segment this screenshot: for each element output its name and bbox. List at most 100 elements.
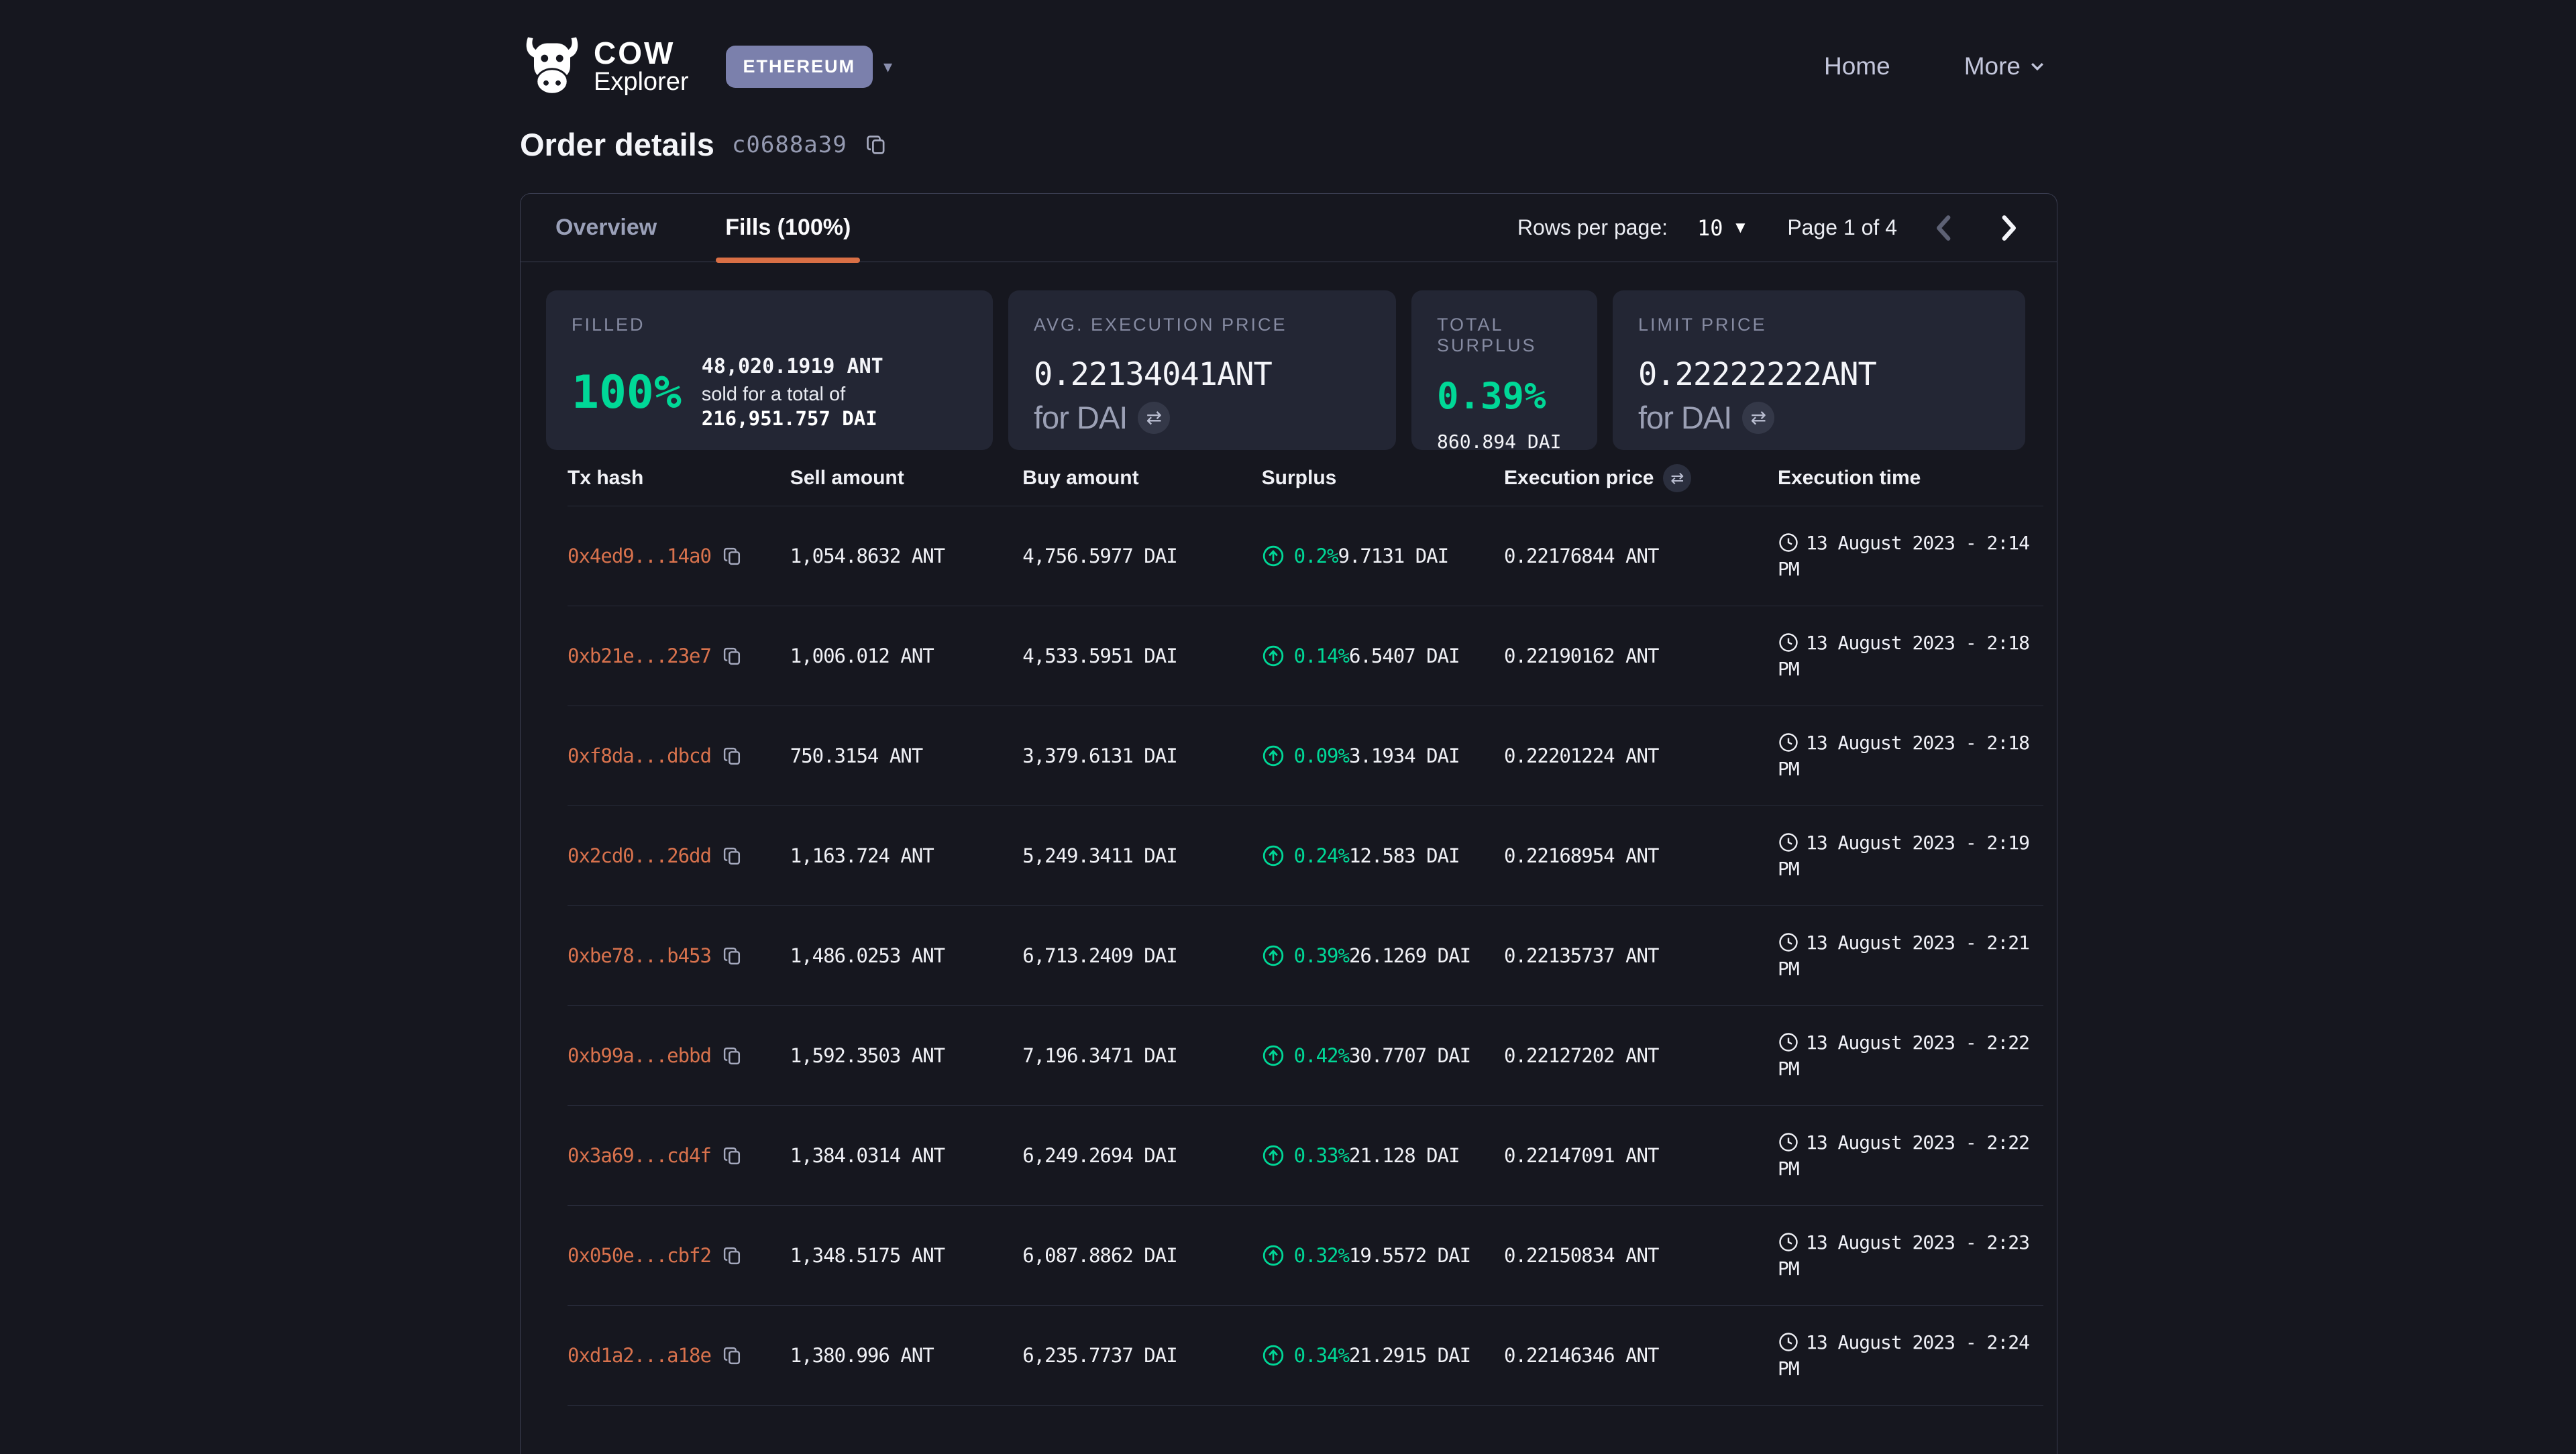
copy-icon: [722, 945, 744, 967]
buy-amount: 6,235.7737 DAI: [1022, 1344, 1261, 1367]
tx-hash-link[interactable]: 0xd1a2...a18e: [568, 1344, 711, 1367]
col-tx-hash: Tx hash: [568, 467, 790, 490]
clock-icon: [1778, 832, 1799, 853]
sell-amount: 1,486.0253 ANT: [790, 944, 1023, 967]
tx-hash-link[interactable]: 0x4ed9...14a0: [568, 545, 711, 567]
copy-tx-button[interactable]: [711, 1045, 744, 1067]
execution-time: 13 August 2023 - 2:19 PM: [1778, 830, 2043, 882]
copy-icon: [865, 133, 889, 157]
execution-time: 13 August 2023 - 2:14 PM: [1778, 530, 2043, 582]
table-row: 0x050e...cbf2 1,348.5175 ANT 6,087.8862 …: [568, 1206, 2043, 1306]
swap-currency-icon[interactable]: ⇄: [1138, 402, 1170, 434]
limit-price-unit: for DAI: [1638, 399, 1731, 436]
execution-time: 13 August 2023 - 2:18 PM: [1778, 730, 2043, 782]
execution-price: 0.22176844 ANT: [1504, 545, 1778, 567]
previous-page-button[interactable]: [1927, 209, 1962, 247]
swap-currency-icon[interactable]: ⇄: [1742, 402, 1774, 434]
tx-hash-link[interactable]: 0xb99a...ebbd: [568, 1044, 711, 1067]
surplus-amount: 30.7707 DAI: [1349, 1044, 1470, 1067]
copy-icon: [722, 1345, 744, 1367]
execution-time: 13 August 2023 - 2:21 PM: [1778, 930, 2043, 982]
rows-per-page-label: Rows per page:: [1517, 215, 1668, 240]
execution-price: 0.22147091 ANT: [1504, 1144, 1778, 1167]
execution-time: 13 August 2023 - 2:23 PM: [1778, 1229, 2043, 1282]
clock-icon: [1778, 732, 1799, 753]
filled-card: FILLED 100% 48,020.1919 ANT sold for a t…: [546, 290, 993, 450]
page-title-row: Order details c0688a39: [0, 126, 2576, 163]
tx-hash-link[interactable]: 0xf8da...dbcd: [568, 744, 711, 767]
limit-price-card: LIMIT PRICE 0.22222222ANT for DAI ⇄: [1613, 290, 2025, 450]
next-page-button[interactable]: [1991, 209, 2026, 247]
tx-hash-link[interactable]: 0xb21e...23e7: [568, 645, 711, 667]
limit-price-label: LIMIT PRICE: [1638, 315, 2000, 335]
page-status: Page 1 of 4: [1787, 215, 1897, 240]
buy-amount: 5,249.3411 DAI: [1022, 844, 1261, 867]
filled-percent: 100%: [572, 366, 682, 419]
surplus-up-icon: [1262, 1344, 1285, 1367]
surplus-percent: 0.33%: [1294, 1144, 1349, 1167]
avg-execution-price-label: AVG. EXECUTION PRICE: [1034, 315, 1371, 335]
copy-order-hash-button[interactable]: [865, 133, 889, 157]
execution-price: 0.22168954 ANT: [1504, 844, 1778, 867]
execution-price: 0.22127202 ANT: [1504, 1044, 1778, 1067]
tab-overview[interactable]: Overview: [551, 194, 661, 262]
avg-execution-price-unit: for DAI: [1034, 399, 1127, 436]
fills-table: Tx hash Sell amount Buy amount Surplus E…: [521, 450, 2057, 1406]
surplus-cell: 0.34%21.2915 DAI: [1262, 1344, 1504, 1367]
copy-tx-button[interactable]: [711, 945, 744, 967]
surplus-percent: 0.42%: [1294, 1044, 1349, 1067]
buy-amount: 7,196.3471 DAI: [1022, 1044, 1261, 1067]
filled-sold-total: 216,951.757 DAI: [702, 407, 877, 430]
app-header: COW Explorer ETHEREUM ▾ Home More: [0, 0, 2576, 114]
cow-explorer-logo[interactable]: COW Explorer: [520, 34, 689, 99]
sell-amount: 1,348.5175 ANT: [790, 1244, 1023, 1267]
copy-tx-button[interactable]: [711, 545, 744, 567]
clock-icon: [1778, 1331, 1799, 1353]
network-selector[interactable]: ETHEREUM ▾: [726, 46, 893, 88]
copy-tx-button[interactable]: [711, 745, 744, 767]
rows-per-page-select[interactable]: 10 ▼: [1697, 215, 1748, 241]
surplus-amount: 21.128 DAI: [1349, 1144, 1460, 1167]
surplus-percent: 0.39%: [1294, 944, 1349, 967]
copy-tx-button[interactable]: [711, 1245, 744, 1267]
execution-price: 0.22150834 ANT: [1504, 1244, 1778, 1267]
sell-amount: 1,384.0314 ANT: [790, 1144, 1023, 1167]
sell-amount: 1,163.724 ANT: [790, 844, 1023, 867]
nav-more[interactable]: More: [1964, 52, 2046, 80]
surplus-percent: 0.34%: [1294, 1344, 1349, 1367]
total-surplus-label: TOTAL SURPLUS: [1437, 315, 1572, 356]
table-row: 0x3a69...cd4f 1,384.0314 ANT 6,249.2694 …: [568, 1106, 2043, 1206]
copy-tx-button[interactable]: [711, 645, 744, 667]
tx-hash-link[interactable]: 0x2cd0...26dd: [568, 844, 711, 867]
tx-hash-link[interactable]: 0x050e...cbf2: [568, 1244, 711, 1267]
dropdown-caret-icon: ▼: [1733, 219, 1749, 237]
order-hash: c0688a39: [732, 131, 847, 158]
nav-more-label: More: [1964, 52, 2021, 80]
nav-home[interactable]: Home: [1824, 52, 1890, 80]
clock-icon: [1778, 1131, 1799, 1153]
execution-time: 13 August 2023 - 2:18 PM: [1778, 630, 2043, 682]
tx-hash-link[interactable]: 0xbe78...b453: [568, 944, 711, 967]
copy-tx-button[interactable]: [711, 845, 744, 867]
col-execution-price: Execution price ⇄: [1504, 464, 1778, 492]
execution-price: 0.22201224 ANT: [1504, 744, 1778, 767]
page-title: Order details: [520, 126, 714, 163]
copy-tx-button[interactable]: [711, 1345, 744, 1367]
col-surplus: Surplus: [1262, 467, 1504, 490]
copy-icon: [722, 745, 744, 767]
swap-price-icon[interactable]: ⇄: [1663, 464, 1691, 492]
surplus-up-icon: [1262, 944, 1285, 967]
execution-price: 0.22135737 ANT: [1504, 944, 1778, 967]
tab-fills[interactable]: Fills (100%): [721, 194, 855, 262]
copy-icon: [722, 645, 744, 667]
surplus-cell: 0.14%6.5407 DAI: [1262, 645, 1504, 667]
network-badge[interactable]: ETHEREUM: [726, 46, 873, 88]
tx-hash-link[interactable]: 0x3a69...cd4f: [568, 1144, 711, 1167]
tab-bar: Overview Fills (100%) Rows per page: 10 …: [521, 194, 2057, 262]
stats-row: FILLED 100% 48,020.1919 ANT sold for a t…: [521, 262, 2057, 450]
copy-tx-button[interactable]: [711, 1145, 744, 1167]
main-nav: Home More: [1824, 52, 2046, 80]
filled-sold-text: sold for a total of 216,951.757 DAI: [702, 382, 967, 432]
surplus-cell: 0.2%9.7131 DAI: [1262, 545, 1504, 567]
sell-amount: 750.3154 ANT: [790, 744, 1023, 767]
